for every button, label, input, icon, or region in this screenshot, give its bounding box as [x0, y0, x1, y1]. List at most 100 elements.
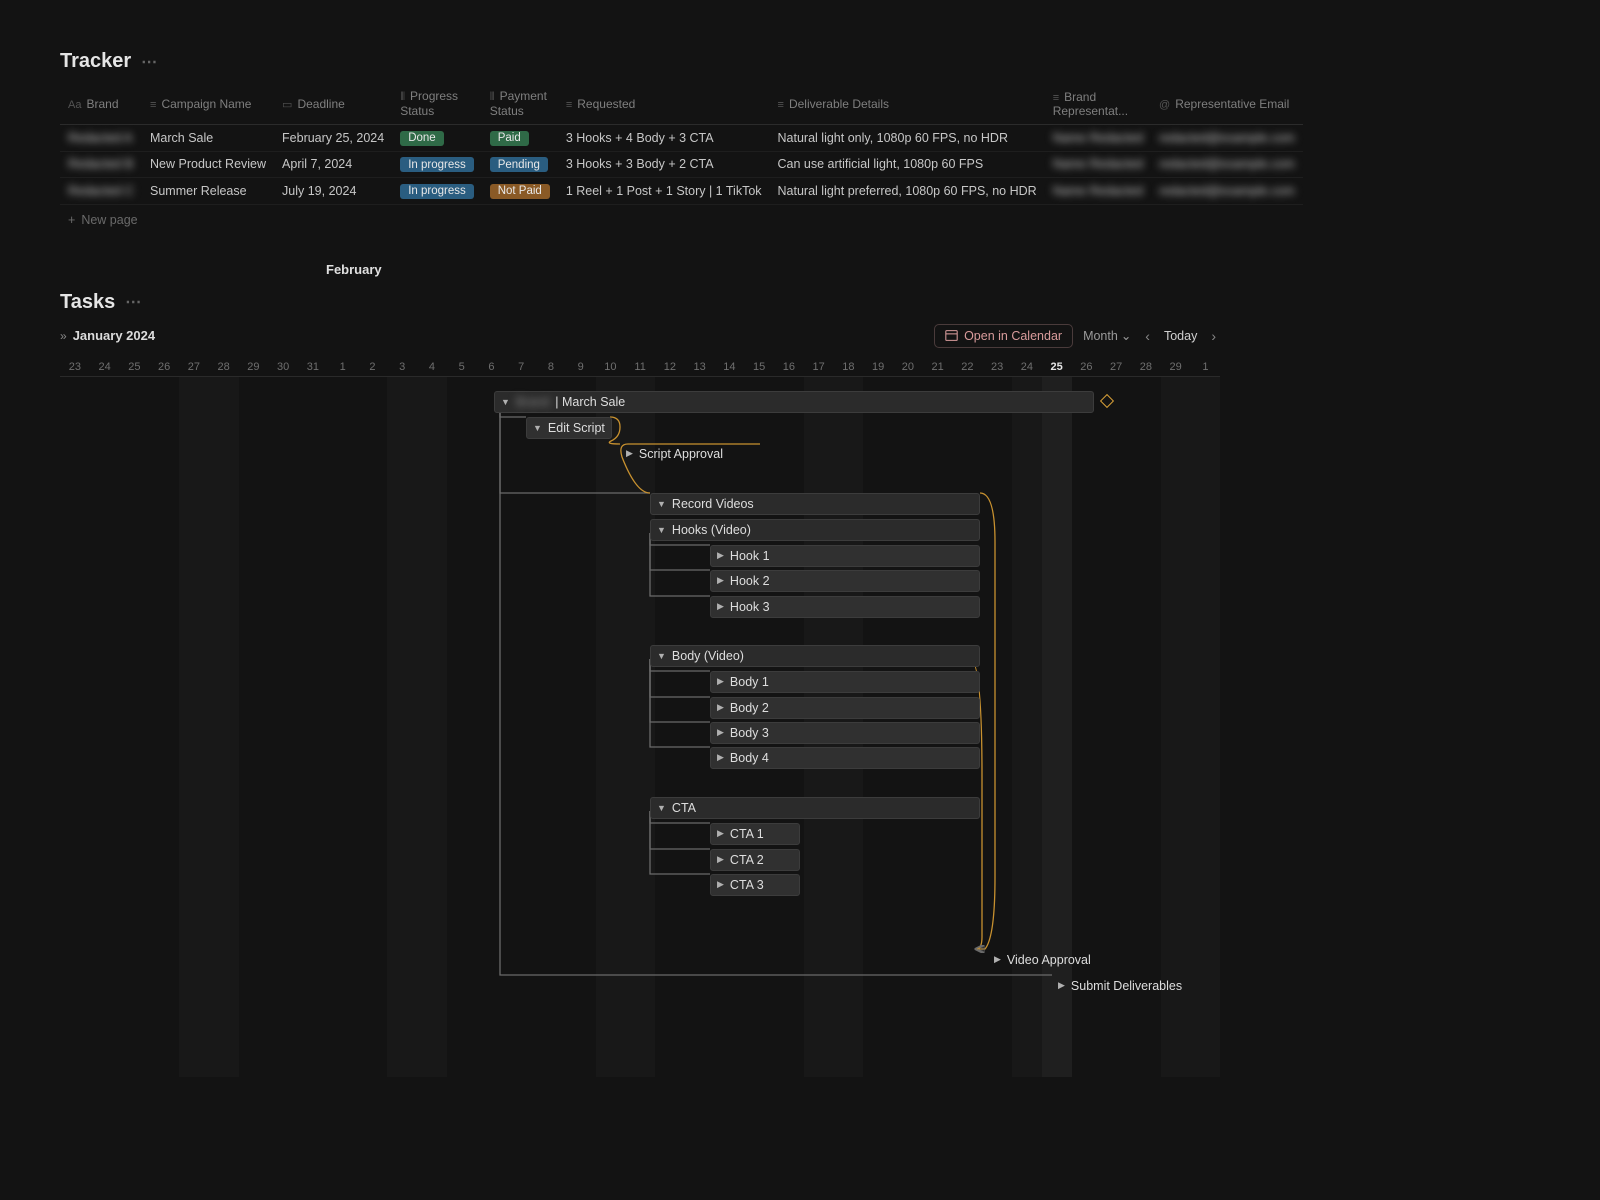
task-bar-body4[interactable]: ▶Body 4 — [710, 747, 980, 769]
day-cell: 25 — [1042, 358, 1072, 376]
day-cell: 29 — [1161, 358, 1191, 376]
day-cell: 16 — [774, 358, 804, 376]
chevron-down-icon: ⌄ — [1121, 328, 1131, 343]
cell-progress[interactable]: Done — [392, 125, 482, 152]
day-cell: 22 — [953, 358, 983, 376]
task-bar-body1[interactable]: ▶Body 1 — [710, 671, 980, 693]
today-button[interactable]: Today — [1164, 329, 1197, 343]
calendar-icon — [945, 329, 958, 342]
task-bar-video-approval[interactable]: ▶Video Approval — [988, 949, 1144, 971]
day-cell: 25 — [120, 358, 150, 376]
day-cell: 18 — [834, 358, 864, 376]
task-bar-body[interactable]: ▼Body (Video) — [650, 645, 980, 667]
tracker-more-icon[interactable]: ⋯ — [141, 52, 158, 72]
task-bar-hooks[interactable]: ▼Hooks (Video) — [650, 519, 980, 541]
cell-deadline[interactable]: February 25, 2024 — [274, 125, 392, 152]
task-bar-cta3[interactable]: ▶CTA 3 — [710, 874, 800, 896]
task-bar-cta1[interactable]: ▶CTA 1 — [710, 823, 800, 845]
timeline-collapse-icon[interactable]: » — [60, 329, 67, 343]
cell-progress[interactable]: In progress — [392, 151, 482, 178]
tasks-title: Tasks ⋯ — [60, 291, 1600, 314]
cell-requested[interactable]: 1 Reel + 1 Post + 1 Story | 1 TikTok — [558, 178, 770, 205]
day-cell: 8 — [536, 358, 566, 376]
day-cell: 7 — [506, 358, 536, 376]
cell-brand[interactable]: Redacted B — [60, 151, 142, 178]
cell-payment[interactable]: Not Paid — [482, 178, 558, 205]
cell-rep[interactable]: Name Redacted — [1045, 151, 1151, 178]
col-campaign[interactable]: ≡Campaign Name — [142, 83, 274, 125]
col-rep[interactable]: ≡Brand Representat... — [1045, 83, 1151, 125]
task-bar-submit[interactable]: ▶Submit Deliverables — [1052, 975, 1220, 997]
cell-deadline[interactable]: April 7, 2024 — [274, 151, 392, 178]
day-cell: 28 — [1131, 358, 1161, 376]
day-cell: 19 — [863, 358, 893, 376]
cell-progress[interactable]: In progress — [392, 178, 482, 205]
chevron-down-icon: ▼ — [501, 397, 510, 407]
cell-rep[interactable]: Name Redacted — [1045, 178, 1151, 205]
cell-email[interactable]: redacted@example.com — [1151, 125, 1303, 152]
table-row[interactable]: Redacted AMarch SaleFebruary 25, 2024Don… — [60, 125, 1303, 152]
day-cell: 20 — [893, 358, 923, 376]
task-bar-hook2[interactable]: ▶Hook 2 — [710, 570, 980, 592]
day-cell: 1 — [1191, 358, 1221, 376]
task-bar-hook1[interactable]: ▶Hook 1 — [710, 545, 980, 567]
cell-brand[interactable]: Redacted C — [60, 178, 142, 205]
tasks-more-icon[interactable]: ⋯ — [125, 292, 142, 312]
cell-email[interactable]: redacted@example.com — [1151, 151, 1303, 178]
gantt-body: ▼Brand| March Sale ▼Edit Script ▶Script … — [60, 377, 1220, 1077]
cell-campaign[interactable]: New Product Review — [142, 151, 274, 178]
cell-brand[interactable]: Redacted A — [60, 125, 142, 152]
col-requested[interactable]: ≡Requested — [558, 83, 770, 125]
task-bar-script-approval[interactable]: ▶Script Approval — [620, 443, 760, 465]
cell-deliverable[interactable]: Can use artificial light, 1080p 60 FPS — [770, 151, 1045, 178]
date-row: 2324252627282930311234567891011121314151… — [60, 358, 1220, 377]
day-cell: 24 — [1012, 358, 1042, 376]
task-bar-cta[interactable]: ▼CTA — [650, 797, 980, 819]
task-bar-parent[interactable]: ▼Brand| March Sale — [494, 391, 1094, 413]
next-button[interactable]: › — [1207, 328, 1220, 344]
col-deliverable[interactable]: ≡Deliverable Details — [770, 83, 1045, 125]
prev-button[interactable]: ‹ — [1141, 328, 1154, 344]
month-january: January 2024 — [73, 328, 155, 343]
col-payment[interactable]: ⦀Payment Status — [482, 83, 558, 125]
parent-label: | March Sale — [555, 395, 625, 409]
day-cell: 23 — [60, 358, 90, 376]
col-deadline[interactable]: ▭Deadline — [274, 83, 392, 125]
table-row[interactable]: Redacted BNew Product ReviewApril 7, 202… — [60, 151, 1303, 178]
cell-campaign[interactable]: March Sale — [142, 125, 274, 152]
table-row[interactable]: Redacted CSummer ReleaseJuly 19, 2024In … — [60, 178, 1303, 205]
day-cell: 10 — [596, 358, 626, 376]
task-bar-cta2[interactable]: ▶CTA 2 — [710, 849, 800, 871]
cell-requested[interactable]: 3 Hooks + 3 Body + 2 CTA — [558, 151, 770, 178]
col-progress[interactable]: ⦀Progress Status — [392, 83, 482, 125]
cell-email[interactable]: redacted@example.com — [1151, 178, 1303, 205]
day-cell: 31 — [298, 358, 328, 376]
open-in-calendar-button[interactable]: Open in Calendar — [934, 324, 1073, 348]
day-cell: 24 — [90, 358, 120, 376]
cell-requested[interactable]: 3 Hooks + 4 Body + 3 CTA — [558, 125, 770, 152]
task-bar-edit-script[interactable]: ▼Edit Script — [526, 417, 612, 439]
view-selector[interactable]: Month⌄ — [1083, 328, 1131, 343]
col-email[interactable]: @Representative Email — [1151, 83, 1303, 125]
day-cell: 3 — [387, 358, 417, 376]
cell-rep[interactable]: Name Redacted — [1045, 125, 1151, 152]
cell-deliverable[interactable]: Natural light only, 1080p 60 FPS, no HDR — [770, 125, 1045, 152]
cell-deliverable[interactable]: Natural light preferred, 1080p 60 FPS, n… — [770, 178, 1045, 205]
task-bar-record-videos[interactable]: ▼Record Videos — [650, 493, 980, 515]
day-cell: 2 — [358, 358, 388, 376]
month-february: February — [326, 262, 382, 277]
day-cell: 11 — [625, 358, 655, 376]
day-cell: 27 — [1101, 358, 1131, 376]
cell-payment[interactable]: Paid — [482, 125, 558, 152]
cell-deadline[interactable]: July 19, 2024 — [274, 178, 392, 205]
new-page-button[interactable]: +New page — [60, 205, 1600, 235]
cell-payment[interactable]: Pending — [482, 151, 558, 178]
col-brand[interactable]: AaBrand — [60, 83, 142, 125]
cell-campaign[interactable]: Summer Release — [142, 178, 274, 205]
task-bar-body3[interactable]: ▶Body 3 — [710, 722, 980, 744]
day-cell: 27 — [179, 358, 209, 376]
day-cell: 13 — [685, 358, 715, 376]
task-bar-hook3[interactable]: ▶Hook 3 — [710, 596, 980, 618]
task-bar-body2[interactable]: ▶Body 2 — [710, 697, 980, 719]
day-cell: 30 — [268, 358, 298, 376]
